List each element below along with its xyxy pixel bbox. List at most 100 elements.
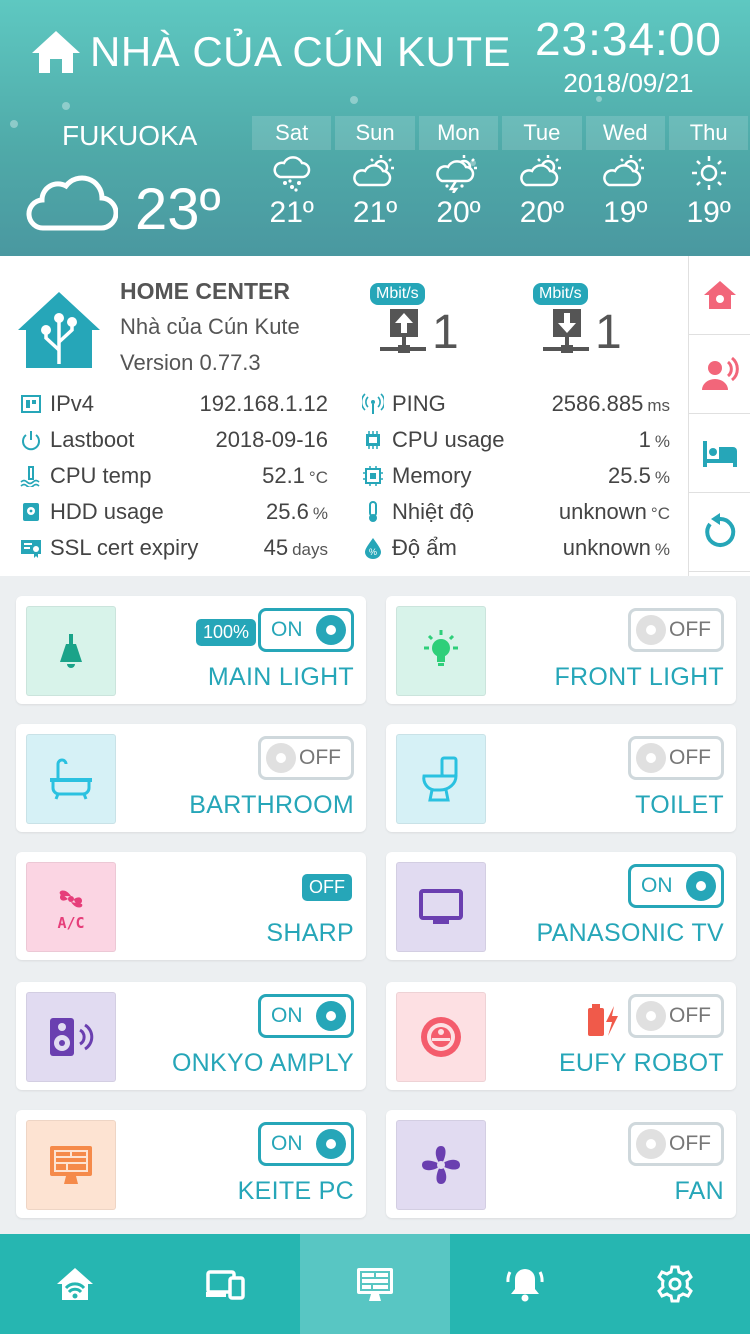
onkyo-amply-toggle[interactable]: ON [258,994,354,1038]
device-label: FAN [674,1177,724,1205]
stat-value: unknown [558,499,647,524]
nav-devices[interactable] [150,1234,300,1334]
panasonic-tv-toggle[interactable]: ON [628,864,724,908]
bathroom-toggle[interactable]: OFF [258,736,354,780]
network-card-icon [21,395,41,413]
current-temperature: 23º [135,177,221,242]
stat-temperature: Nhiệt độ unknown °C [362,497,670,527]
sun-icon [691,156,726,190]
toggle-state: OFF [299,746,341,769]
svg-text:A/C: A/C [57,914,84,932]
nav-notifications[interactable] [450,1234,600,1334]
device-card-sharp[interactable]: A/C OFF SHARP [16,852,366,960]
settings-icon [657,1265,693,1303]
partly-cloudy-icon [353,155,395,187]
stat-ssl: SSL cert expiry 45 days [20,533,328,563]
forecast-day-name: Sat [252,116,332,150]
refresh-icon [704,513,735,547]
speaker-icon [50,1018,94,1056]
home-assistant-logo [18,292,100,368]
toggle-state: OFF [669,618,711,641]
brightness-badge: 100% [195,619,256,646]
sleep-button[interactable] [689,414,750,493]
device-icon-box [26,992,116,1082]
device-card-bathroom[interactable]: OFF BARTHROOM [16,724,366,832]
device-card-onkyo-amply[interactable]: ON ONKYO AMPLY [16,982,366,1090]
toggle-knob [266,743,296,773]
side-actions [688,256,750,576]
download-unit-badge: Mbit/s [533,283,588,305]
download-speed: Mbit/s 1 [533,283,643,363]
device-label: EUFY ROBOT [558,1049,724,1077]
stat-value-group: 1% [639,427,670,453]
stat-unit: ms [647,396,670,415]
snow-cloud-icon [273,156,310,192]
nav-dashboard[interactable] [300,1234,450,1334]
home-center-title: HOME CENTER [120,278,290,304]
toilet-toggle[interactable]: OFF [628,736,724,780]
forecast-temp: 19º [603,196,648,229]
stat-label: IPv4 [50,391,95,416]
voice-button[interactable] [689,335,750,414]
forecast-temp: 19º [686,196,731,229]
home-icon [32,31,80,73]
toggle-state: OFF [669,1004,711,1027]
state-badge[interactable]: OFF [302,874,352,901]
stat-cpu-usage: CPU usage 1% [362,425,670,455]
device-icon-box [396,862,486,952]
robot-vacuum-icon [421,1017,461,1057]
stat-ipv4: IPv4 192.168.1.12 [20,389,328,419]
forecast-day: Sat 21º [250,116,333,230]
keite-pc-toggle[interactable]: ON [258,1122,354,1166]
toilet-icon [422,756,458,802]
device-card-eufy-robot[interactable]: OFF EUFY ROBOT [386,982,736,1090]
toggle-knob [686,871,716,901]
hard-disk-icon [23,503,39,521]
toggle-knob [636,1129,666,1159]
clock: 23:34:00 2018/09/21 [535,12,722,99]
stat-value-group: 45 days [264,535,328,561]
nav-home[interactable] [0,1234,150,1334]
front-light-toggle[interactable]: OFF [628,608,724,652]
device-card-fan[interactable]: OFF FAN [386,1110,736,1218]
device-icon-box [396,734,486,824]
stat-value: 1 [638,427,651,452]
stat-unit: % [654,468,670,487]
app-title: NHÀ CỦA CÚN KUTE [30,28,511,76]
nav-settings[interactable] [600,1234,750,1334]
device-card-keite-pc[interactable]: ON KEITE PC [16,1110,366,1218]
stat-humidity: % Độ ẩm unknown% [362,533,670,563]
home-alarm-button[interactable] [689,256,750,335]
city-name: FUKUOKA [62,120,198,151]
device-card-front-light[interactable]: OFF FRONT LIGHT [386,596,736,704]
power-icon [22,431,40,451]
device-card-panasonic-tv[interactable]: ON PANASONIC TV [386,852,736,960]
toggle-state: ON [271,1004,303,1027]
forecast-temp: 20º [519,196,565,229]
forecast-day: Thu 19º [667,116,750,230]
memory-chip-icon [363,466,383,486]
fan-toggle[interactable]: OFF [628,1122,724,1166]
stat-unit: °C [308,468,328,487]
toggle-knob [316,615,346,645]
main-light-toggle[interactable]: ON [258,608,354,652]
device-card-main-light[interactable]: 100% ON MAIN LIGHT [16,596,366,704]
forecast-day-name: Tue [502,116,582,150]
toggle-state: OFF [669,746,711,769]
toggle-state: ON [271,618,303,641]
stat-value: 25.6 [266,499,309,524]
air-conditioner-icon: A/C [57,890,85,932]
stat-label: CPU usage [392,427,505,452]
device-card-toilet[interactable]: OFF TOILET [386,724,736,832]
thunder-cloud-icon [436,155,478,193]
eufy-robot-toggle[interactable]: OFF [628,994,724,1038]
home-alarm-icon [703,281,736,309]
stat-label: Nhiệt độ [392,499,474,524]
stat-label: Độ ẩm [392,535,457,560]
stat-value: 45 [263,535,289,560]
stat-value: 192.168.1.12 [199,391,328,416]
toggle-knob [316,1129,346,1159]
refresh-button[interactable] [689,493,750,572]
thermometer-water-icon [20,466,40,487]
toggle-knob [636,615,666,645]
